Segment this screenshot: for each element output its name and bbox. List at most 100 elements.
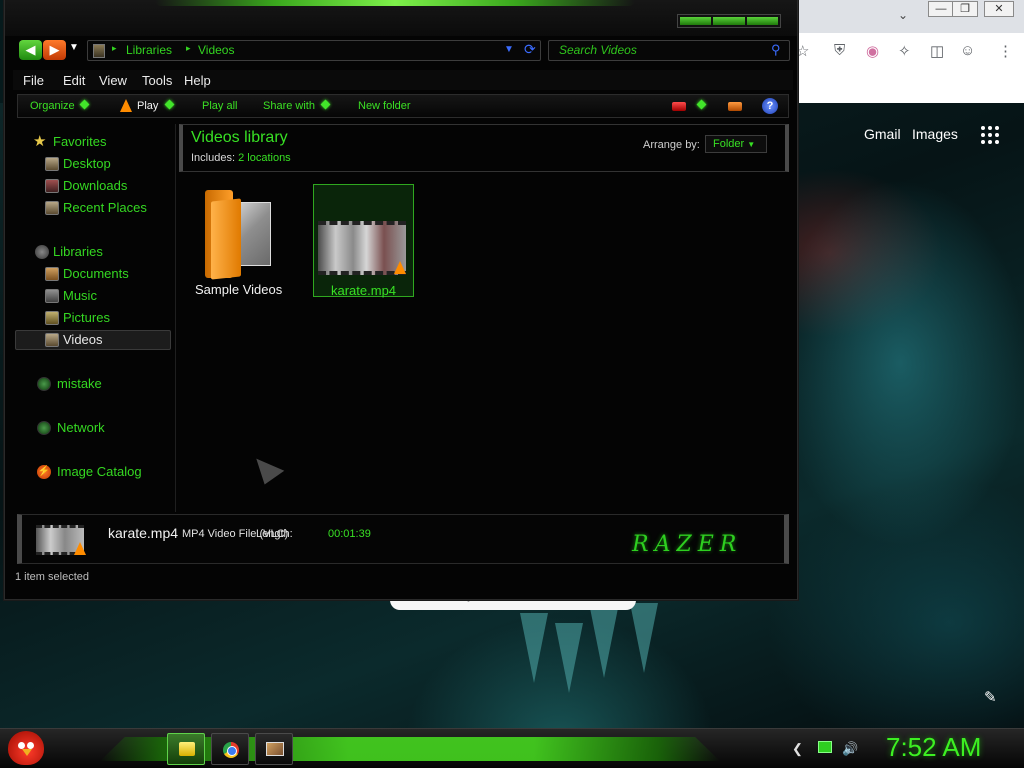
restore-button[interactable]: ❐ bbox=[952, 1, 978, 17]
share-dropdown-icon[interactable] bbox=[320, 99, 331, 110]
search-placeholder[interactable]: Search Videos bbox=[559, 43, 637, 57]
close-button[interactable]: ✕ bbox=[984, 1, 1014, 17]
nav-item-music[interactable]: Music bbox=[15, 286, 171, 306]
bookmark-star-icon[interactable]: ☆ bbox=[796, 42, 809, 60]
back-button[interactable]: ◀ bbox=[19, 40, 42, 60]
command-toolbar: Organize Play Play all Share with New fo… bbox=[17, 94, 789, 118]
menu-edit[interactable]: Edit bbox=[63, 73, 85, 88]
nav-item-favorites[interactable]: ★ Favorites bbox=[15, 132, 171, 152]
vlc-cone-icon bbox=[120, 99, 132, 112]
change-view-icon[interactable] bbox=[672, 102, 686, 111]
arrange-by-dropdown[interactable]: Folder ▼ bbox=[705, 135, 767, 153]
breadcrumb-videos[interactable]: Videos bbox=[198, 43, 234, 57]
nav-item-documents[interactable]: Documents bbox=[15, 264, 171, 284]
start-button[interactable] bbox=[8, 731, 44, 765]
maximize-button[interactable] bbox=[713, 17, 745, 25]
nav-item-videos[interactable]: Videos bbox=[15, 330, 171, 350]
video-thumbnail bbox=[318, 221, 406, 275]
play-all-button[interactable]: Play all bbox=[202, 100, 237, 112]
close-button[interactable] bbox=[746, 17, 778, 25]
nav-item-pictures[interactable]: Pictures bbox=[15, 308, 171, 328]
recent-places-icon bbox=[45, 201, 59, 215]
gmail-link[interactable]: Gmail bbox=[864, 126, 901, 142]
organize-dropdown-icon[interactable] bbox=[79, 99, 90, 110]
navigation-pane: ★ Favorites Desktop Downloads Recent Pla… bbox=[15, 124, 175, 512]
pencil-icon[interactable]: ✎ bbox=[984, 688, 997, 706]
nav-item-image-catalog[interactable]: ⚡ Image Catalog bbox=[15, 462, 171, 482]
breadcrumb-separator[interactable]: ▸ bbox=[186, 43, 191, 54]
play-button[interactable]: Play bbox=[137, 100, 158, 112]
apps-grid-icon[interactable] bbox=[981, 126, 999, 144]
nav-item-downloads[interactable]: Downloads bbox=[15, 176, 171, 196]
menu-help[interactable]: Help bbox=[184, 73, 211, 88]
nav-item-libraries[interactable]: Libraries bbox=[15, 242, 171, 262]
breadcrumb-separator[interactable]: ▸ bbox=[112, 43, 117, 54]
nav-item-network[interactable]: Network bbox=[15, 418, 171, 438]
volume-icon[interactable]: 🔊 bbox=[842, 741, 858, 757]
profile-icon[interactable]: ☺ bbox=[960, 42, 975, 59]
search-box[interactable]: Search Videos ⚲ bbox=[548, 40, 790, 61]
taskbar-image-catalog-button[interactable] bbox=[255, 733, 293, 765]
breadcrumb-libraries[interactable]: Libraries bbox=[126, 43, 172, 57]
refresh-icon[interactable]: ⟳ bbox=[524, 41, 536, 58]
nav-label: Favorites bbox=[53, 134, 107, 149]
taskbar-clock[interactable]: 7:52 AM bbox=[886, 732, 981, 763]
help-icon[interactable]: ? bbox=[762, 98, 778, 114]
new-folder-button[interactable]: New folder bbox=[358, 100, 411, 112]
videos-library-icon bbox=[93, 44, 105, 58]
kebab-menu-icon[interactable]: ⋮ bbox=[998, 42, 1013, 60]
chevron-down-icon[interactable]: ⌄ bbox=[898, 8, 908, 22]
minimize-button[interactable] bbox=[680, 17, 712, 25]
view-dropdown-icon[interactable] bbox=[696, 99, 707, 110]
preview-pane-icon[interactable] bbox=[728, 102, 742, 111]
menu-tools[interactable]: Tools bbox=[142, 73, 172, 88]
library-includes: Includes: 2 locations bbox=[191, 152, 291, 164]
search-icon[interactable]: ⚲ bbox=[771, 42, 781, 58]
wallpaper-fang bbox=[555, 623, 583, 693]
vlc-cone-icon bbox=[74, 542, 86, 555]
nav-label: Downloads bbox=[63, 178, 128, 193]
locations-link[interactable]: 2 locations bbox=[238, 152, 291, 164]
music-icon bbox=[45, 289, 59, 303]
network-icon bbox=[37, 421, 51, 435]
network-tray-icon[interactable] bbox=[818, 741, 832, 753]
address-dropdown-icon[interactable]: ▼ bbox=[504, 44, 514, 55]
extension-icon[interactable]: ◉ bbox=[866, 42, 879, 60]
nav-item-desktop[interactable]: Desktop bbox=[15, 154, 171, 174]
caption-buttons bbox=[677, 14, 781, 28]
browser-tabbar: ⌄ — ❐ ✕ bbox=[780, 0, 1024, 33]
nav-item-mistake[interactable]: mistake bbox=[15, 374, 171, 394]
nav-label: Image Catalog bbox=[57, 464, 142, 479]
address-bar[interactable]: ▸ Libraries ▸ Videos ▼ ⟳ bbox=[87, 40, 541, 61]
folder-tile-sample-videos[interactable]: Sample Videos bbox=[185, 184, 295, 300]
file-tile-karate[interactable]: karate.mp4 bbox=[313, 184, 414, 298]
play-dropdown-icon[interactable] bbox=[164, 99, 175, 110]
minimize-button[interactable]: — bbox=[928, 1, 954, 17]
title-bar[interactable] bbox=[5, 0, 797, 36]
ublock-icon[interactable]: ⛨ bbox=[834, 42, 845, 59]
forward-button[interactable]: ▶ bbox=[43, 40, 66, 60]
images-link[interactable]: Images bbox=[912, 126, 958, 142]
videos-icon bbox=[45, 333, 59, 347]
image-catalog-icon: ⚡ bbox=[37, 465, 51, 479]
title-glow bbox=[155, 0, 635, 6]
pictures-icon bbox=[45, 311, 59, 325]
nav-label: Network bbox=[57, 420, 105, 435]
taskbar: ❮ 🔊 7:52 AM bbox=[0, 728, 1024, 768]
puzzle-icon[interactable]: ✧ bbox=[898, 42, 911, 60]
taskbar-chrome-button[interactable] bbox=[211, 733, 249, 765]
pane-divider[interactable] bbox=[175, 124, 176, 512]
menu-view[interactable]: View bbox=[99, 73, 127, 88]
nav-item-recent-places[interactable]: Recent Places bbox=[15, 198, 171, 218]
details-pane: karate.mp4 MP4 Video File (VLC) Length: … bbox=[17, 514, 789, 564]
menu-file[interactable]: File bbox=[23, 73, 44, 88]
show-hidden-icons-icon[interactable]: ❮ bbox=[792, 741, 803, 757]
status-text: 1 item selected bbox=[15, 571, 89, 583]
recent-pages-dropdown[interactable]: ▼ bbox=[69, 42, 79, 53]
taskbar-explorer-button[interactable] bbox=[167, 733, 205, 765]
system-tray: ❮ 🔊 bbox=[786, 737, 870, 761]
share-with-button[interactable]: Share with bbox=[263, 100, 315, 112]
organize-button[interactable]: Organize bbox=[30, 100, 75, 112]
sidepanel-icon[interactable]: ◫ bbox=[930, 42, 944, 60]
background-browser: ⌄ — ❐ ✕ ☆ ⛨ ◉ ✧ ◫ ☺ ⋮ bbox=[780, 0, 1024, 103]
